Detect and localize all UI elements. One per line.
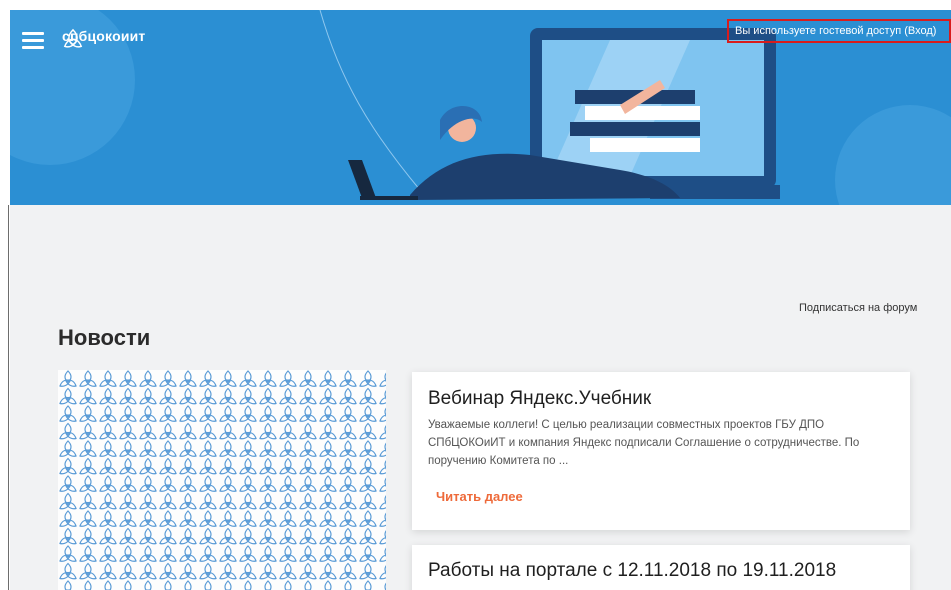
news-card[interactable]: Работы на портале с 12.11.2018 по 19.11.…	[412, 545, 910, 590]
news-title[interactable]: Работы на портале с 12.11.2018 по 19.11.…	[428, 560, 836, 582]
news-image-pattern[interactable]	[58, 370, 386, 590]
section-title: Новости	[58, 325, 151, 350]
left-border	[8, 205, 9, 590]
news-title[interactable]: Вебинар Яндекс.Учебник	[428, 388, 651, 410]
hamburger-menu-icon[interactable]	[22, 32, 44, 50]
book	[590, 138, 700, 152]
page: спбцокоиит Вы используете гостевой досту…	[0, 0, 951, 590]
subscribe-forum-link[interactable]: Подписаться на форум	[799, 302, 917, 314]
banner-circle	[835, 105, 951, 205]
banner-line	[319, 10, 421, 191]
laptop-icon	[348, 160, 376, 198]
book	[570, 122, 700, 136]
guest-access-login-link[interactable]: Вы используете гостевой доступ (Вход)	[727, 19, 951, 43]
laptop-base	[360, 196, 418, 200]
read-more-link[interactable]: Читать далее	[436, 489, 523, 504]
news-card[interactable]: Вебинар Яндекс.Учебник Уважаемые коллеги…	[412, 372, 910, 530]
triquetra-logo-icon	[63, 28, 83, 48]
book	[585, 106, 700, 120]
news-excerpt: Уважаемые коллеги! С целью реализации со…	[428, 419, 860, 467]
pattern-svg	[58, 370, 386, 590]
brand[interactable]: спбцокоиит	[62, 28, 146, 48]
